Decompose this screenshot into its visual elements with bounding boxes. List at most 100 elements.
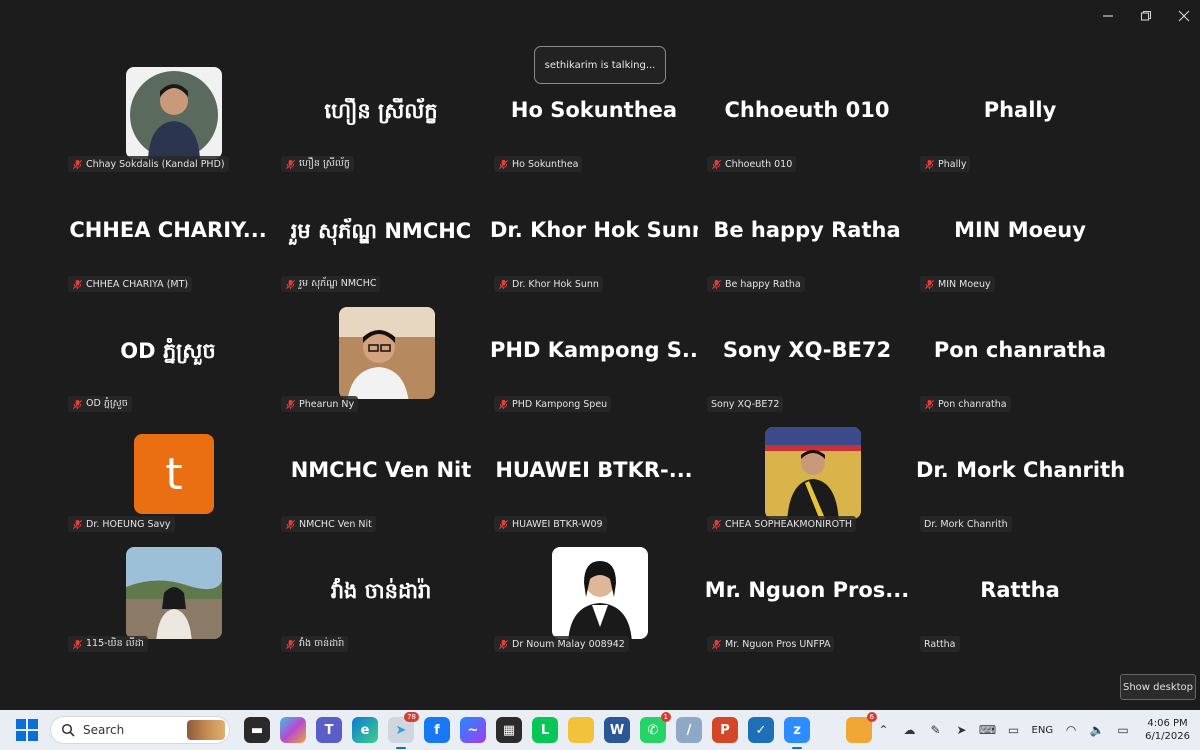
participant-name: Sony XQ-BE72: [711, 398, 780, 410]
messenger-icon[interactable]: ~: [460, 717, 486, 743]
folder-icon[interactable]: [568, 717, 594, 743]
send-icon[interactable]: ➤: [954, 722, 970, 738]
show-desktop-tooltip: Show desktop: [1120, 674, 1196, 700]
facebook-icon[interactable]: f: [424, 717, 450, 743]
muted-mic-icon: [924, 279, 935, 290]
participant-display-name: Dr. Mork Chanrith: [916, 458, 1124, 482]
participant-tile[interactable]: 115-ឃិន លីដា: [60, 536, 276, 656]
participant-name-label: Dr. HOEUNG Savy: [68, 516, 175, 532]
participant-tile[interactable]: Be happy Ratha Be happy Ratha: [699, 176, 915, 296]
participant-tile[interactable]: OD ភ្នំស្រួច OD ភ្នំស្រួច: [60, 296, 276, 416]
participant-name: Mr. Nguon Pros UNFPA: [725, 638, 831, 650]
participant-name: Ho Sokunthea: [512, 158, 579, 170]
participant-tile[interactable]: PHD Kampong S... PHD Kampong Speu: [486, 296, 702, 416]
participant-tile[interactable]: Sony XQ-BE72 Sony XQ-BE72: [699, 296, 915, 416]
participant-tile[interactable]: Dr. Khor Hok Sunn Dr. Khor Hok Sunn: [486, 176, 702, 296]
chevron-up-icon[interactable]: ⌃: [876, 722, 892, 738]
participant-name-label: ហឿន ស្រីល័ក្ខ: [281, 156, 354, 172]
onedrive-icon[interactable]: ☁: [902, 722, 918, 738]
participant-tile[interactable]: Pon chanratha Pon chanratha: [912, 296, 1128, 416]
participant-tile[interactable]: MIN Moeuy MIN Moeuy: [912, 176, 1128, 296]
muted-mic-icon: [285, 159, 296, 170]
volume-icon[interactable]: 🔈: [1089, 722, 1105, 738]
muted-mic-icon: [711, 639, 722, 650]
pen-icon[interactable]: ✎: [928, 722, 944, 738]
start-button[interactable]: [16, 719, 38, 741]
participant-tile[interactable]: Phearun Ny: [273, 296, 489, 416]
muted-mic-icon: [711, 279, 722, 290]
participant-name-label: PHD Kampong Speu: [494, 396, 612, 412]
participant-name-label: Chhoeuth 010: [707, 156, 797, 172]
participant-display-name: Mr. Nguon Pros...: [704, 578, 910, 602]
participant-tile[interactable]: NMCHC Ven Nit NMCHC Ven Nit: [273, 416, 489, 536]
participant-display-name: HUAWEI BTKR-...: [495, 458, 693, 482]
store-icon[interactable]: ▦: [496, 717, 522, 743]
wifi-icon[interactable]: ◠: [1063, 722, 1079, 738]
telegram-icon[interactable]: ➤ 78: [388, 712, 419, 749]
participant-name-label: Sony XQ-BE72: [707, 396, 784, 412]
participant-name-label: Dr. Khor Hok Sunn: [494, 276, 603, 292]
line-icon[interactable]: L: [532, 717, 558, 743]
teams-icon[interactable]: T: [316, 717, 342, 743]
participant-display-name: រួម សុភ័ណ្ឌ NMCHC: [290, 219, 472, 243]
clock[interactable]: 4:06 PM 6/1/2026: [1145, 717, 1190, 743]
copilot-icon[interactable]: [280, 717, 306, 743]
participant-tile[interactable]: t Dr. HOEUNG Savy: [60, 416, 276, 536]
minimize-icon[interactable]: [1100, 8, 1116, 24]
clock-date: 6/1/2026: [1145, 731, 1190, 742]
participant-tile[interactable]: ហឿន ស្រីល័ក្ខ ហឿន ស្រីល័ក្ខ: [273, 56, 489, 176]
participant-tile[interactable]: Dr Noum Malay 008942: [486, 536, 702, 656]
participant-tile[interactable]: វាំង ចាន់ដារ៉ា វាំង ចាន់ដារ៉ា: [273, 536, 489, 656]
participant-tile[interactable]: CHEA SOPHEAKMONIROTH: [699, 416, 915, 536]
tool-icon[interactable]: /: [676, 717, 702, 743]
participant-tile[interactable]: Ho Sokunthea Ho Sokunthea: [486, 56, 702, 176]
restore-icon[interactable]: [1138, 8, 1154, 24]
taskbar-apps: ▬ Te ➤ 78 f ~ ▦ L W ✆ 1/ P ✓ z 6: [244, 712, 877, 749]
participant-tile[interactable]: Rattha Rattha: [912, 536, 1128, 656]
participant-grid: Chhay Sokdalis (Kandal PHD) ហឿន ស្រីល័ក្ខ…: [60, 56, 1140, 656]
word-icon[interactable]: W: [604, 717, 630, 743]
participant-tile[interactable]: Chhoeuth 010 Chhoeuth 010: [699, 56, 915, 176]
participant-name: Phally: [938, 158, 967, 170]
close-icon[interactable]: [1176, 8, 1192, 24]
participant-name-label: Rattha: [920, 636, 960, 652]
notification-badge: 78: [404, 712, 419, 722]
participant-display-name: Phally: [983, 98, 1057, 122]
participant-name-label: Dr Noum Malay 008942: [494, 636, 629, 652]
app-icon[interactable]: ✓: [748, 717, 774, 743]
muted-mic-icon: [285, 639, 296, 650]
participant-tile[interactable]: Chhay Sokdalis (Kandal PHD): [60, 56, 276, 176]
taskbar-search[interactable]: Search: [50, 716, 230, 744]
chat-icon[interactable]: ▭: [1006, 722, 1022, 738]
participant-name-label: Ho Sokunthea: [494, 156, 583, 172]
zoom-icon[interactable]: z: [784, 717, 810, 749]
participant-name: Chhoeuth 010: [725, 158, 793, 170]
participant-tile[interactable]: Dr. Mork Chanrith Dr. Mork Chanrith: [912, 416, 1128, 536]
powerpoint-icon[interactable]: P: [712, 717, 738, 743]
edge-icon[interactable]: e: [352, 717, 378, 743]
participant-tile[interactable]: HUAWEI BTKR-... HUAWEI BTKR-W09: [486, 416, 702, 536]
participant-name: រួម សុភ័ណ្ឌ NMCHC: [299, 278, 377, 289]
participant-tile[interactable]: CHHEA CHARIY... CHHEA CHARIYA (MT): [60, 176, 276, 296]
participant-tile[interactable]: Mr. Nguon Pros... Mr. Nguon Pros UNFPA: [699, 536, 915, 656]
window-controls: [1100, 8, 1192, 24]
file-explorer-icon[interactable]: ▬: [244, 717, 270, 743]
participant-name: OD ភ្នំស្រួច: [86, 398, 128, 409]
participant-name-label: HUAWEI BTKR-W09: [494, 516, 607, 532]
participant-tile[interactable]: រួម សុភ័ណ្ឌ NMCHC រួម សុភ័ណ្ឌ NMCHC: [273, 176, 489, 296]
participant-tile[interactable]: Phally Phally: [912, 56, 1128, 176]
keyboard-icon[interactable]: ⌨: [979, 722, 996, 738]
muted-mic-icon: [72, 399, 83, 410]
whatsapp-icon[interactable]: ✆ 1: [640, 712, 671, 743]
battery-icon[interactable]: ▭: [1115, 722, 1131, 738]
participant-name-label: CHHEA CHARIYA (MT): [68, 276, 193, 292]
participant-name: វាំង ចាន់ដារ៉ា: [299, 638, 345, 649]
language-indicator[interactable]: ENG: [1032, 725, 1054, 736]
weather-icon[interactable]: 6: [846, 712, 877, 743]
participant-name: CHHEA CHARIYA (MT): [86, 278, 189, 290]
participant-name: NMCHC Ven Nit: [299, 518, 372, 530]
muted-mic-icon: [498, 279, 509, 290]
participant-display-name: Be happy Ratha: [713, 218, 901, 242]
taskbar: Search ▬ Te ➤ 78 f ~ ▦ L W ✆ 1/ P ✓ z 6 ⌃ ☁ ✎ ➤ ⌨ ▭ EN…: [0, 710, 1200, 750]
participant-name: Dr. HOEUNG Savy: [86, 518, 171, 530]
